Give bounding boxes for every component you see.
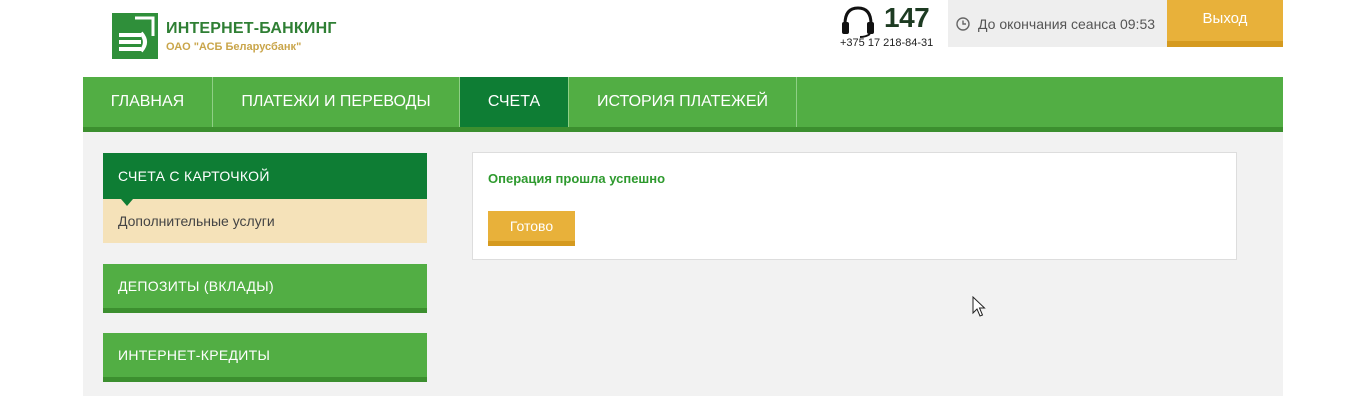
nav-item-accounts[interactable]: СЧЕТА — [460, 77, 569, 140]
success-message: Операция прошла успешно — [488, 171, 666, 186]
session-timer: До окончания сеанса 09:53 — [948, 0, 1167, 47]
nav-item-history[interactable]: ИСТОРИЯ ПЛАТЕЖЕЙ — [569, 77, 797, 127]
nav-item-payments[interactable]: ПЛАТЕЖИ И ПЕРЕВОДЫ — [213, 77, 460, 127]
logout-button[interactable]: Выход — [1167, 0, 1283, 47]
sidebar-section-deposits: ДЕПОЗИТЫ (ВКЛАДЫ) — [103, 264, 427, 313]
clock-icon — [956, 16, 970, 31]
done-button[interactable]: Готово — [488, 211, 575, 246]
sidebar-section-cards: СЧЕТА С КАРТОЧКОЙ Дополнительные услуги — [103, 153, 427, 243]
bank-logo[interactable] — [112, 13, 158, 59]
brand-title: ИНТЕРНЕТ-БАНКИНГ — [166, 20, 337, 37]
sidebar-item-credits[interactable]: ИНТЕРНЕТ-КРЕДИТЫ — [103, 333, 427, 382]
sidebar-item-card-accounts[interactable]: СЧЕТА С КАРТОЧКОЙ — [103, 153, 427, 206]
session-text: До окончания сеанса 09:53 — [978, 15, 1156, 32]
headset-icon — [842, 6, 874, 38]
mouse-cursor-icon — [972, 296, 986, 317]
nav-item-home[interactable]: ГЛАВНАЯ — [83, 77, 213, 127]
content-area: СЧЕТА С КАРТОЧКОЙ Дополнительные услуги … — [83, 132, 1283, 396]
result-panel: Операция прошла успешно Готово — [472, 152, 1237, 260]
sidebar-item-additional-services[interactable]: Дополнительные услуги — [103, 199, 427, 243]
page: ИНТЕРНЕТ-БАНКИНГ ОАО "АСБ Беларусбанк" 1… — [0, 0, 1366, 396]
hotline-number: 147 — [884, 2, 930, 33]
brand-subtitle: ОАО "АСБ Беларусбанк" — [166, 41, 302, 53]
main-nav: ГЛАВНАЯ ПЛАТЕЖИ И ПЕРЕВОДЫ СЧЕТА ИСТОРИЯ… — [83, 77, 1283, 140]
sidebar-item-deposits[interactable]: ДЕПОЗИТЫ (ВКЛАДЫ) — [103, 264, 427, 313]
sidebar-section-credits: ИНТЕРНЕТ-КРЕДИТЫ — [103, 333, 427, 382]
phone-number: +375 17 218-84-31 — [840, 37, 934, 49]
